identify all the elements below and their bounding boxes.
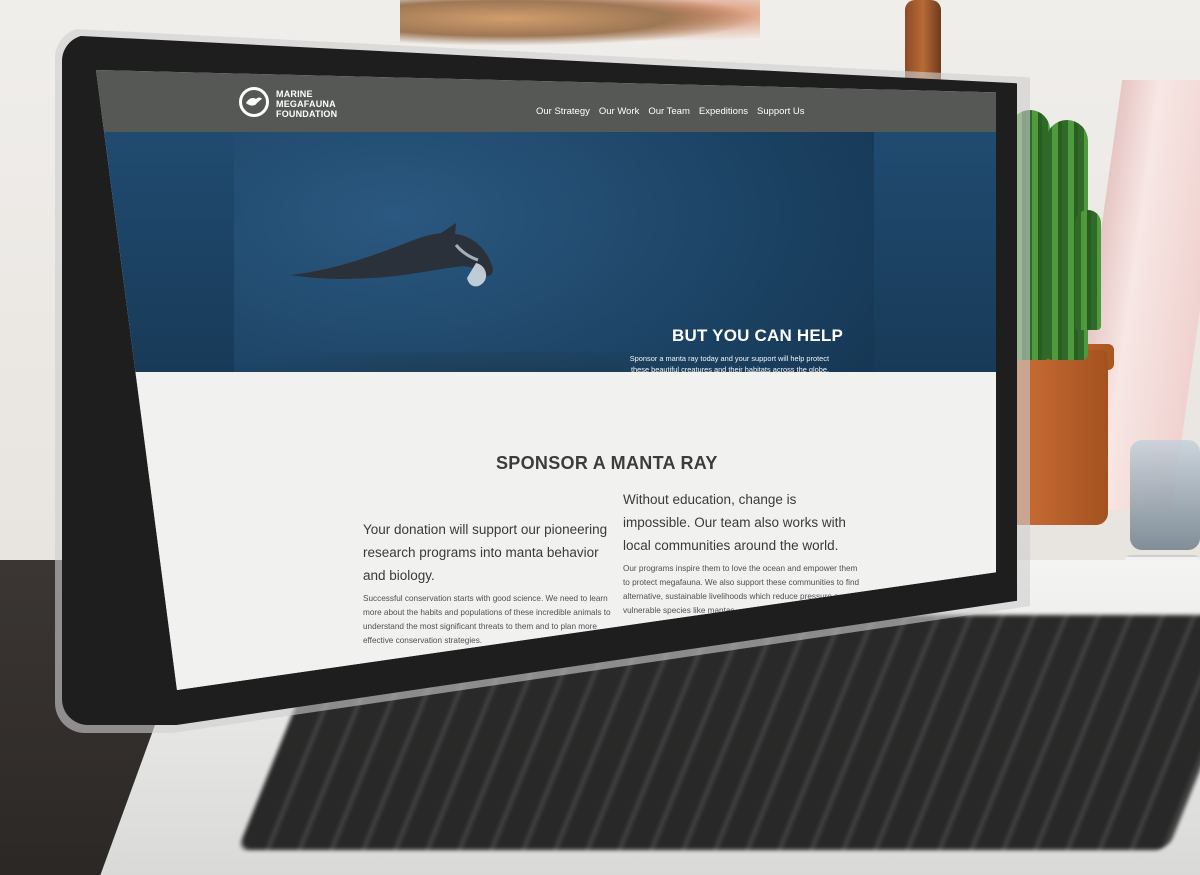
nav-item-our-team[interactable]: Our Team	[648, 106, 690, 117]
nav-item-our-work[interactable]: Our Work	[599, 106, 639, 117]
nav-item-our-strategy[interactable]: Our Strategy	[536, 106, 590, 117]
cactus-stem	[1075, 210, 1101, 330]
research-column: Your donation will support our pioneerin…	[363, 518, 618, 648]
manta-ray-circle-icon[interactable]	[239, 87, 269, 117]
hero-heading: BUT YOU CAN HELP	[672, 326, 844, 345]
research-heading: Your donation will support our pioneerin…	[363, 522, 608, 583]
section-title: SPONSOR A MANTA RAY	[496, 453, 718, 473]
nav-item-support-us[interactable]: Support Us	[757, 106, 805, 117]
brand-name[interactable]: MARINE MEGAFAUNA FOUNDATION	[276, 89, 426, 119]
manta-ray-image	[291, 223, 493, 287]
figurine-prop	[1130, 440, 1200, 550]
main-nav: Our Strategy Our Work Our Team Expeditio…	[536, 106, 805, 117]
brand-line-3: FOUNDATION	[276, 109, 338, 119]
photo-scene: MARINE MEGAFAUNA FOUNDATION Our Strategy…	[0, 0, 1200, 875]
dried-flowers	[400, 0, 760, 46]
education-heading: Without education, change is impossible.…	[623, 492, 846, 553]
brand-line-1: MARINE	[276, 89, 313, 99]
nav-item-expeditions[interactable]: Expeditions	[699, 106, 748, 117]
brand-line-2: MEGAFAUNA	[276, 99, 336, 109]
